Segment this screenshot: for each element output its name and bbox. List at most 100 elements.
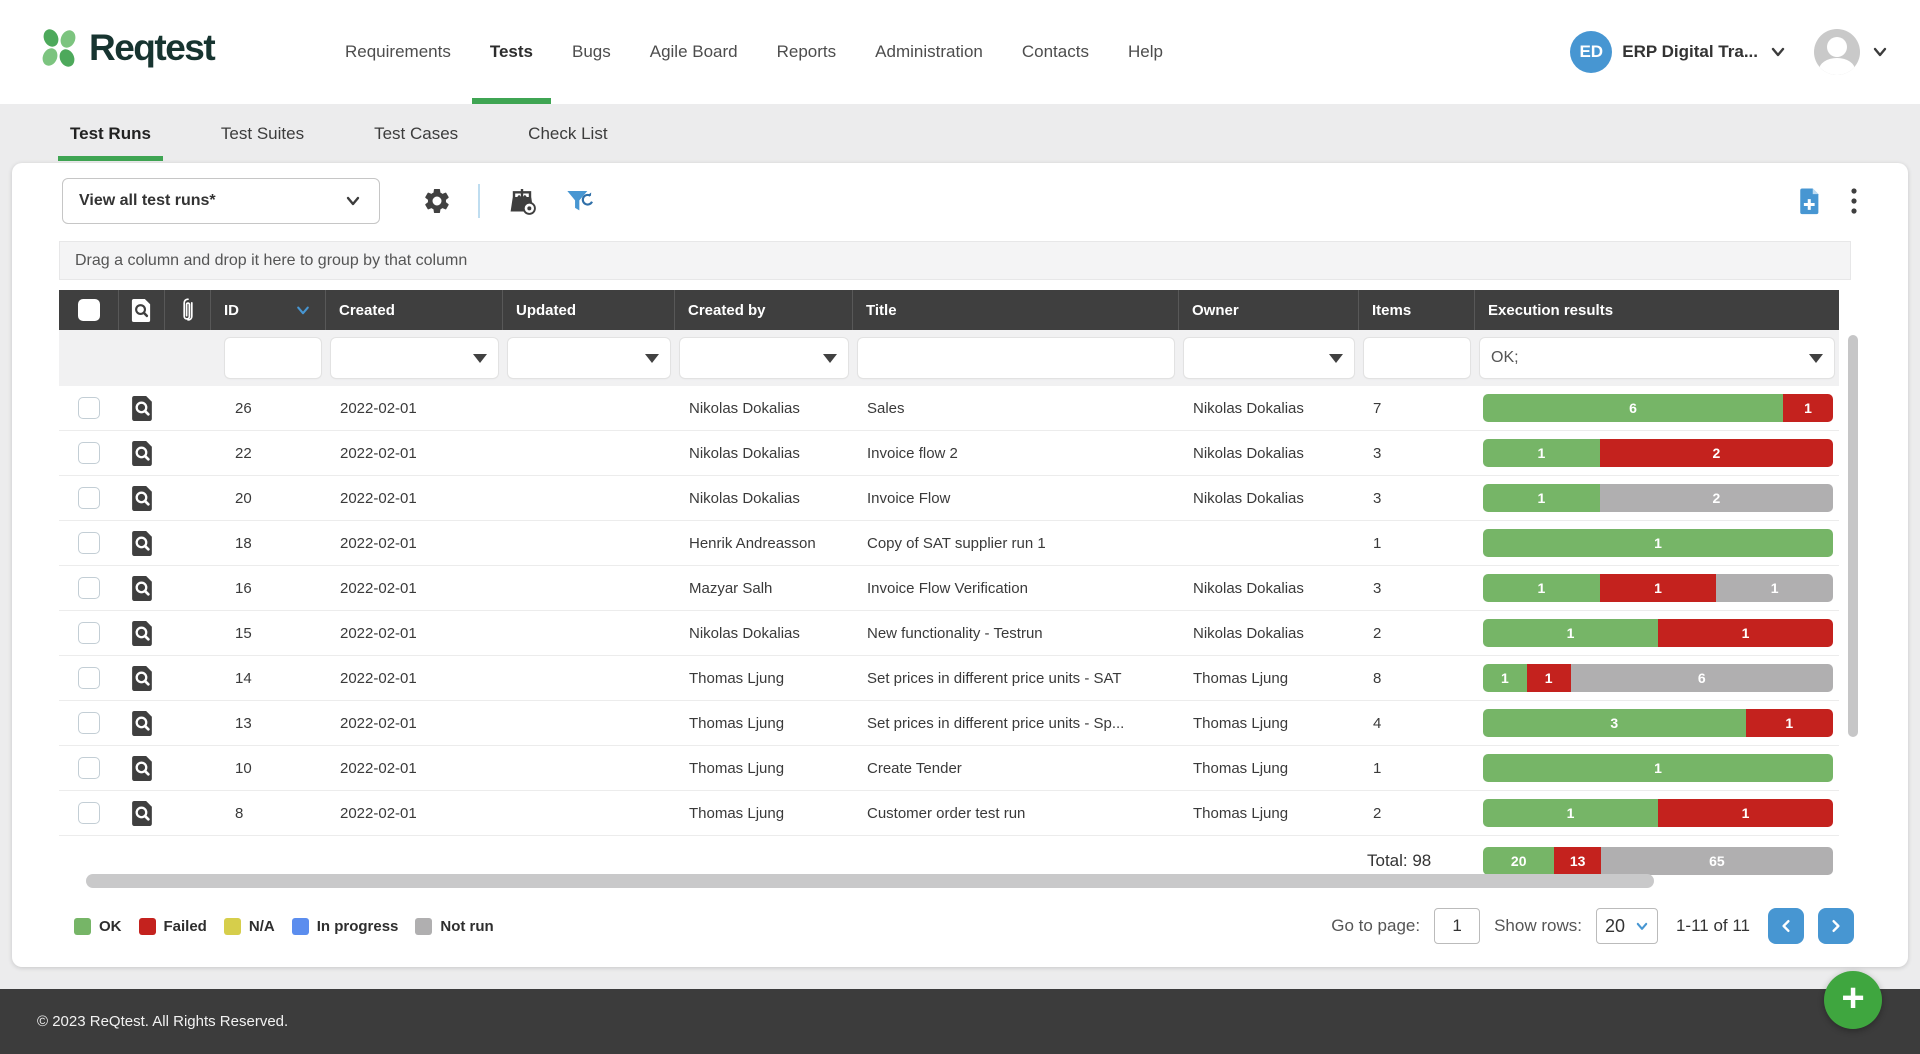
table-row[interactable]: 20 2022-02-01 Nikolas Dokalias Invoice F… — [59, 476, 1839, 521]
import-export-icon[interactable] — [506, 185, 538, 217]
cell-title[interactable]: Customer order test run — [853, 805, 1179, 822]
cell-title[interactable]: Sales — [853, 400, 1179, 417]
row-checkbox[interactable] — [78, 577, 100, 599]
nav-item-administration[interactable]: Administration — [875, 0, 983, 104]
filter-created-by-dropdown[interactable] — [680, 338, 848, 378]
row-checkbox[interactable] — [78, 802, 100, 824]
add-file-icon[interactable] — [1794, 186, 1824, 216]
nav-item-bugs[interactable]: Bugs — [572, 0, 611, 104]
rows-per-page-select[interactable]: 20 — [1596, 908, 1658, 944]
header-created-by[interactable]: Created by — [675, 290, 853, 330]
header-updated[interactable]: Updated — [503, 290, 675, 330]
row-checkbox[interactable] — [78, 487, 100, 509]
user-avatar[interactable] — [1814, 29, 1860, 75]
header-id[interactable]: ID — [211, 290, 326, 330]
page-number-input[interactable] — [1434, 908, 1480, 944]
filter-id-input[interactable] — [225, 338, 321, 378]
cell-created: 2022-02-01 — [326, 535, 503, 552]
row-checkbox[interactable] — [78, 397, 100, 419]
filter-title-input[interactable] — [858, 338, 1174, 378]
row-checkbox[interactable] — [78, 532, 100, 554]
filter-updated-dropdown[interactable] — [508, 338, 670, 378]
cell-created-by: Mazyar Salh — [675, 580, 853, 597]
row-preview-icon[interactable] — [130, 710, 155, 737]
view-selector-dropdown[interactable]: View all test runs* — [62, 178, 380, 224]
cell-title[interactable]: Set prices in different price units - Sp… — [853, 715, 1179, 732]
select-all-checkbox[interactable] — [78, 299, 100, 321]
add-test-run-fab[interactable]: + — [1824, 971, 1882, 1029]
nav-item-requirements[interactable]: Requirements — [345, 0, 451, 104]
row-checkbox[interactable] — [78, 712, 100, 734]
row-preview-icon[interactable] — [130, 485, 155, 512]
tab-test-cases[interactable]: Test Cases — [374, 104, 458, 163]
row-preview-icon[interactable] — [130, 755, 155, 782]
header-title[interactable]: Title — [853, 290, 1179, 330]
nav-item-agile-board[interactable]: Agile Board — [650, 0, 738, 104]
cell-title[interactable]: Set prices in different price units - SA… — [853, 670, 1179, 687]
cell-title[interactable]: Create Tender — [853, 760, 1179, 777]
cell-title[interactable]: New functionality - Testrun — [853, 625, 1179, 642]
row-preview-icon[interactable] — [130, 800, 155, 827]
nav-item-contacts[interactable]: Contacts — [1022, 0, 1089, 104]
cell-title[interactable]: Copy of SAT supplier run 1 — [853, 535, 1179, 552]
row-preview-icon[interactable] — [130, 440, 155, 467]
cell-created: 2022-02-01 — [326, 580, 503, 597]
execution-results-bar: 11 — [1483, 799, 1833, 827]
settings-gear-icon[interactable] — [422, 186, 452, 216]
next-page-button[interactable] — [1818, 908, 1854, 944]
kebab-menu-icon[interactable] — [1848, 186, 1860, 216]
row-checkbox[interactable] — [78, 757, 100, 779]
header-items[interactable]: Items — [1359, 290, 1475, 330]
row-checkbox[interactable] — [78, 667, 100, 689]
nav-item-help[interactable]: Help — [1128, 0, 1163, 104]
filter-execution-dropdown[interactable]: OK; — [1480, 338, 1834, 378]
row-preview-icon[interactable] — [130, 530, 155, 557]
row-preview-icon[interactable] — [130, 395, 155, 422]
filter-refresh-icon[interactable] — [564, 185, 596, 217]
project-badge[interactable]: ED — [1570, 31, 1612, 73]
cell-title[interactable]: Invoice flow 2 — [853, 445, 1179, 462]
header-owner[interactable]: Owner — [1179, 290, 1359, 330]
tab-check-list[interactable]: Check List — [528, 104, 607, 163]
row-preview-icon[interactable] — [130, 665, 155, 692]
row-preview-icon[interactable] — [130, 575, 155, 602]
table-row[interactable]: 16 2022-02-01 Mazyar Salh Invoice Flow V… — [59, 566, 1839, 611]
filter-created-dropdown[interactable] — [331, 338, 498, 378]
table-row[interactable]: 15 2022-02-01 Nikolas Dokalias New funct… — [59, 611, 1839, 656]
table-row[interactable]: 10 2022-02-01 Thomas Ljung Create Tender… — [59, 746, 1839, 791]
tab-test-suites[interactable]: Test Suites — [221, 104, 304, 163]
row-checkbox[interactable] — [78, 622, 100, 644]
row-preview-icon[interactable] — [130, 620, 155, 647]
header-created[interactable]: Created — [326, 290, 503, 330]
execution-segment-failed: 2 — [1600, 439, 1833, 467]
tab-test-runs[interactable]: Test Runs — [70, 104, 151, 163]
filter-owner-dropdown[interactable] — [1184, 338, 1354, 378]
table-row[interactable]: 14 2022-02-01 Thomas Ljung Set prices in… — [59, 656, 1839, 701]
cell-created-by: Nikolas Dokalias — [675, 490, 853, 507]
execution-segment-failed: 1 — [1600, 574, 1717, 602]
table-row[interactable]: 13 2022-02-01 Thomas Ljung Set prices in… — [59, 701, 1839, 746]
execution-segment-ok: 1 — [1483, 439, 1600, 467]
nav-item-tests[interactable]: Tests — [490, 0, 533, 104]
group-by-drop-zone[interactable]: Drag a column and drop it here to group … — [59, 241, 1851, 280]
user-menu-chevron-down-icon[interactable] — [1870, 42, 1890, 62]
table-row[interactable]: 26 2022-02-01 Nikolas Dokalias Sales Nik… — [59, 386, 1839, 431]
vertical-scrollbar[interactable] — [1848, 335, 1858, 737]
cell-title[interactable]: Invoice Flow Verification — [853, 580, 1179, 597]
brand-logo[interactable]: Reqtest — [37, 26, 214, 70]
plus-icon: + — [1841, 978, 1864, 1018]
sort-desc-chevron-icon[interactable] — [295, 302, 311, 318]
filter-items-input[interactable] — [1364, 338, 1470, 378]
table-row[interactable]: 8 2022-02-01 Thomas Ljung Customer order… — [59, 791, 1839, 836]
cell-title[interactable]: Invoice Flow — [853, 490, 1179, 507]
table-row[interactable]: 22 2022-02-01 Nikolas Dokalias Invoice f… — [59, 431, 1839, 476]
nav-item-reports[interactable]: Reports — [777, 0, 837, 104]
header-execution-results[interactable]: Execution results — [1475, 290, 1839, 330]
test-runs-table: ID Created Updated Created by Title Owne… — [59, 290, 1839, 886]
previous-page-button[interactable] — [1768, 908, 1804, 944]
row-checkbox[interactable] — [78, 442, 100, 464]
horizontal-scrollbar[interactable] — [86, 874, 1654, 888]
table-row[interactable]: 18 2022-02-01 Henrik Andreasson Copy of … — [59, 521, 1839, 566]
project-chevron-down-icon[interactable] — [1768, 42, 1788, 62]
legend-ok-swatch — [74, 918, 91, 935]
